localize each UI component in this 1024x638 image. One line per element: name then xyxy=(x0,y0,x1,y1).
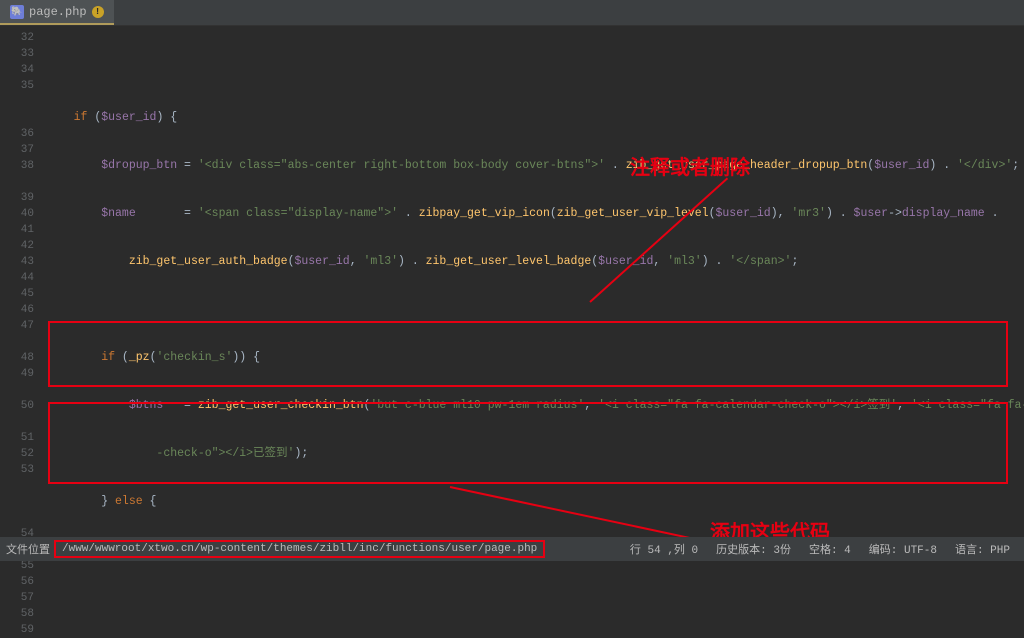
php-file-icon: 🐘 xyxy=(10,5,24,19)
code-area[interactable]: if ($user_id) { $dropup_btn = '<div clas… xyxy=(42,26,1024,536)
tab-filename: page.php xyxy=(29,5,87,19)
tab-bar: 🐘 page.php ! xyxy=(0,0,1024,26)
file-tab[interactable]: 🐘 page.php ! xyxy=(0,0,114,25)
code-editor[interactable]: 3233343536373839404142434445464748495051… xyxy=(0,26,1024,536)
status-language[interactable]: 语言: PHP xyxy=(955,541,1010,557)
status-history[interactable]: 历史版本: 3份 xyxy=(716,541,791,557)
file-location-label: 文件位置 xyxy=(6,541,50,557)
line-number-gutter: 3233343536373839404142434445464748495051… xyxy=(0,26,42,536)
status-bar: 文件位置 /www/wwwroot/xtwo.cn/wp-content/the… xyxy=(0,537,1024,561)
file-path[interactable]: /www/wwwroot/xtwo.cn/wp-content/themes/z… xyxy=(54,540,545,558)
status-spaces[interactable]: 空格: 4 xyxy=(809,541,851,557)
status-encoding[interactable]: 编码: UTF-8 xyxy=(869,541,937,557)
warning-icon: ! xyxy=(92,6,104,18)
status-line-col[interactable]: 行 54 ,列 0 xyxy=(630,541,698,557)
